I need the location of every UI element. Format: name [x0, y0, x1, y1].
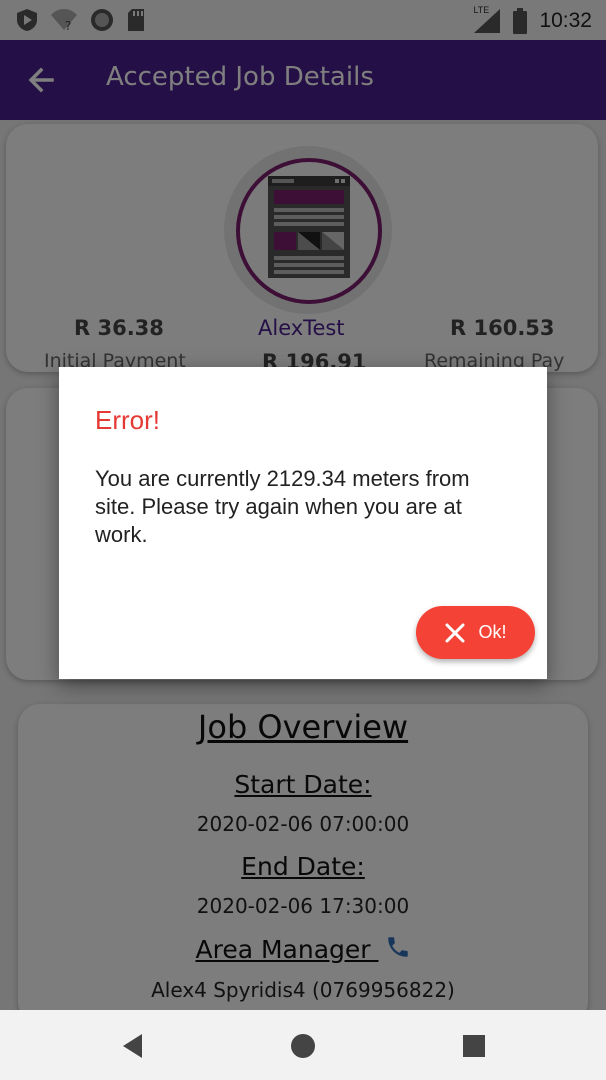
dialog-message: You are currently 2129.34 meters from si… [95, 466, 470, 547]
error-dialog: Error! You are currently 2129.34 meters … [59, 367, 547, 679]
home-circle-icon[interactable] [289, 1032, 317, 1060]
ok-button[interactable]: Ok! [416, 606, 535, 659]
back-triangle-icon[interactable] [120, 1032, 146, 1060]
recents-square-icon[interactable] [462, 1034, 486, 1058]
dialog-title: Error! [95, 405, 160, 435]
close-icon [445, 623, 465, 642]
navigation-bar [0, 1010, 606, 1080]
ok-button-label: Ok! [478, 622, 507, 642]
